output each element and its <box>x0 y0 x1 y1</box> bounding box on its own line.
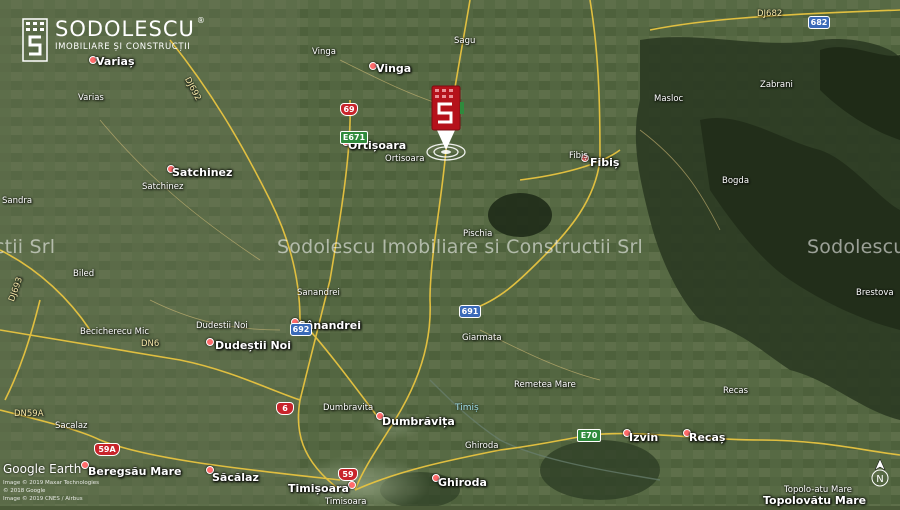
road-shield: E671 <box>340 131 368 144</box>
place-label[interactable]: Timișoara <box>288 483 349 494</box>
place-label[interactable]: Beregsău Mare <box>88 466 182 477</box>
place-label[interactable]: Giarmata <box>462 334 502 343</box>
compass-north-label: N <box>876 474 883 485</box>
place-label[interactable]: Satchinez <box>142 183 183 192</box>
place-label[interactable]: Fibiș <box>569 152 588 161</box>
road-shield: 6 <box>276 402 294 415</box>
road-label: DN6 <box>141 339 160 349</box>
watermark-right: Sodolescu <box>807 236 900 258</box>
place-label[interactable]: Satchinez <box>172 167 232 178</box>
road-shield: 692 <box>290 323 312 336</box>
north-arrow-icon: N <box>871 458 889 487</box>
registered-mark: ® <box>196 16 205 25</box>
place-label[interactable]: Topolo-atu Mare <box>784 486 852 495</box>
place-label[interactable]: Topolovătu Mare <box>763 495 866 506</box>
place-label[interactable]: Ortisoara <box>385 155 424 164</box>
place-label[interactable]: Variaș <box>96 56 135 67</box>
place-label[interactable]: Pischia <box>463 230 492 239</box>
place-label[interactable]: Recas <box>723 387 748 396</box>
place-label[interactable]: Vinga <box>312 48 336 57</box>
place-label[interactable]: Săcălaz <box>212 472 259 483</box>
watermark-center: Sodolescu Imobiliare si Constructii Srl <box>277 236 643 258</box>
place-label[interactable]: Fibiș <box>590 157 619 168</box>
road-shield: 691 <box>459 305 481 318</box>
compass-icon[interactable]: N <box>869 458 891 488</box>
place-label[interactable]: Sandra <box>2 197 32 206</box>
place-label[interactable]: Dudestii Noi <box>196 322 248 331</box>
road-shield: 59A <box>94 443 120 456</box>
place-label[interactable]: Izvin <box>629 432 658 443</box>
road-shield: 682 <box>808 16 830 29</box>
imagery-credit: Image © 2019 Maxar Technologies <box>3 480 100 486</box>
brand-name: SODOLESCU <box>55 17 195 41</box>
logo-text: SODOLESCU IMOBILIARE ȘI CONSTRUCȚII <box>55 18 195 52</box>
place-label[interactable]: Varias <box>78 94 104 103</box>
place-label[interactable]: Dumbravita <box>323 404 373 413</box>
google-earth-logo: Google Earth <box>3 462 82 476</box>
place-label[interactable]: Sanandrei <box>297 289 340 298</box>
imagery-credit: © 2018 Google <box>3 488 46 494</box>
place-label[interactable]: Bogda <box>722 177 749 186</box>
place-label[interactable]: Timisoara <box>325 498 366 507</box>
river-label: Timiș <box>455 403 479 413</box>
imagery-credit: Image © 2019 CNES / Airbus <box>3 496 83 502</box>
place-label[interactable]: Recaș <box>689 432 725 443</box>
road-label: DJ682 <box>757 9 783 19</box>
place-label[interactable]: Dumbrăvița <box>382 416 455 427</box>
watermark-left: ctii Srl <box>0 236 56 258</box>
brand-subtitle: IMOBILIARE ȘI CONSTRUCȚII <box>55 42 191 52</box>
road-label: DN59A <box>14 409 44 419</box>
place-label[interactable]: Ghiroda <box>438 477 487 488</box>
place-label[interactable]: Ghiroda <box>465 442 498 451</box>
place-label[interactable]: Zabrani <box>760 81 793 90</box>
place-label[interactable]: Biled <box>73 270 94 279</box>
place-label[interactable]: Dudeștii Noi <box>215 340 291 351</box>
road-shield: E70 <box>577 429 601 442</box>
property-location-pin-icon[interactable] <box>420 82 476 166</box>
place-dot <box>348 481 356 489</box>
building-logo-icon <box>22 18 48 62</box>
place-label[interactable]: Becicherecu Mic <box>80 328 149 337</box>
place-label[interactable]: Sacalaz <box>55 422 88 431</box>
place-label[interactable]: Sagu <box>454 37 475 46</box>
place-label[interactable]: Masloc <box>654 95 683 104</box>
road-shield: 59 <box>338 468 358 481</box>
place-label[interactable]: Remetea Mare <box>514 381 576 390</box>
place-label[interactable]: Brestova <box>856 289 894 298</box>
road-shield: 69 <box>340 103 358 116</box>
place-label[interactable]: Vinga <box>376 63 411 74</box>
place-dot <box>206 338 214 346</box>
